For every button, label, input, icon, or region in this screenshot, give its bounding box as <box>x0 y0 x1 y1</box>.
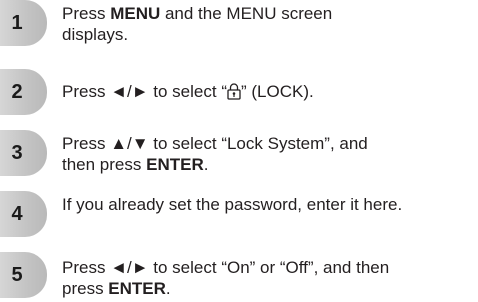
step-text: Press ◄/► to select “ ” (LOCK). <box>62 81 472 102</box>
up-down-arrow-icon: ▲/▼ <box>110 134 149 153</box>
step-text: If you already set the password, enter i… <box>62 194 472 215</box>
step-text: Press MENU and the MENU screen displays. <box>62 3 472 45</box>
step-text-part: Press <box>62 4 111 23</box>
step-number-tab: 3 <box>0 130 47 176</box>
menu-key-label: MENU <box>110 4 161 23</box>
step-text: Press ▲/▼ to select “Lock System”, and t… <box>62 133 472 175</box>
step-text-part: to select “On” or “Off”, and then <box>148 258 390 277</box>
step-text-part: . <box>165 279 171 298</box>
step-number: 4 <box>11 203 23 225</box>
step-text-part: Press <box>62 82 111 101</box>
step-text-part: then press <box>62 155 147 174</box>
left-right-arrow-icon: ◄/► <box>110 258 149 277</box>
step-number: 2 <box>11 81 23 103</box>
step-number-tab: 1 <box>0 0 47 46</box>
step-number-tab: 2 <box>0 69 47 115</box>
step-text-part: and the MENU screen <box>160 4 333 23</box>
step-text-part: If you already set the password, enter i… <box>62 195 403 214</box>
step-text: Press ◄/► to select “On” or “Off”, and t… <box>62 257 472 299</box>
step-text-part: ” (LOCK). <box>240 82 314 101</box>
step-text-part: . <box>203 155 209 174</box>
step-number: 3 <box>11 142 23 164</box>
lock-icon <box>227 83 241 100</box>
step-text-part: Press <box>62 134 111 153</box>
step-text-part: to select “Lock System”, and <box>148 134 368 153</box>
step-text-part: to select “ <box>148 82 227 101</box>
step-number-tab: 4 <box>0 191 47 237</box>
step-text-part: press <box>62 279 109 298</box>
step-number: 5 <box>11 264 23 286</box>
step-text-part: displays. <box>62 25 129 44</box>
enter-key-label: ENTER <box>146 155 204 174</box>
step-number: 1 <box>11 12 23 34</box>
left-right-arrow-icon: ◄/► <box>110 82 149 101</box>
step-text-part: Press <box>62 258 111 277</box>
step-number-tab: 5 <box>0 252 47 298</box>
enter-key-label: ENTER <box>108 279 166 298</box>
